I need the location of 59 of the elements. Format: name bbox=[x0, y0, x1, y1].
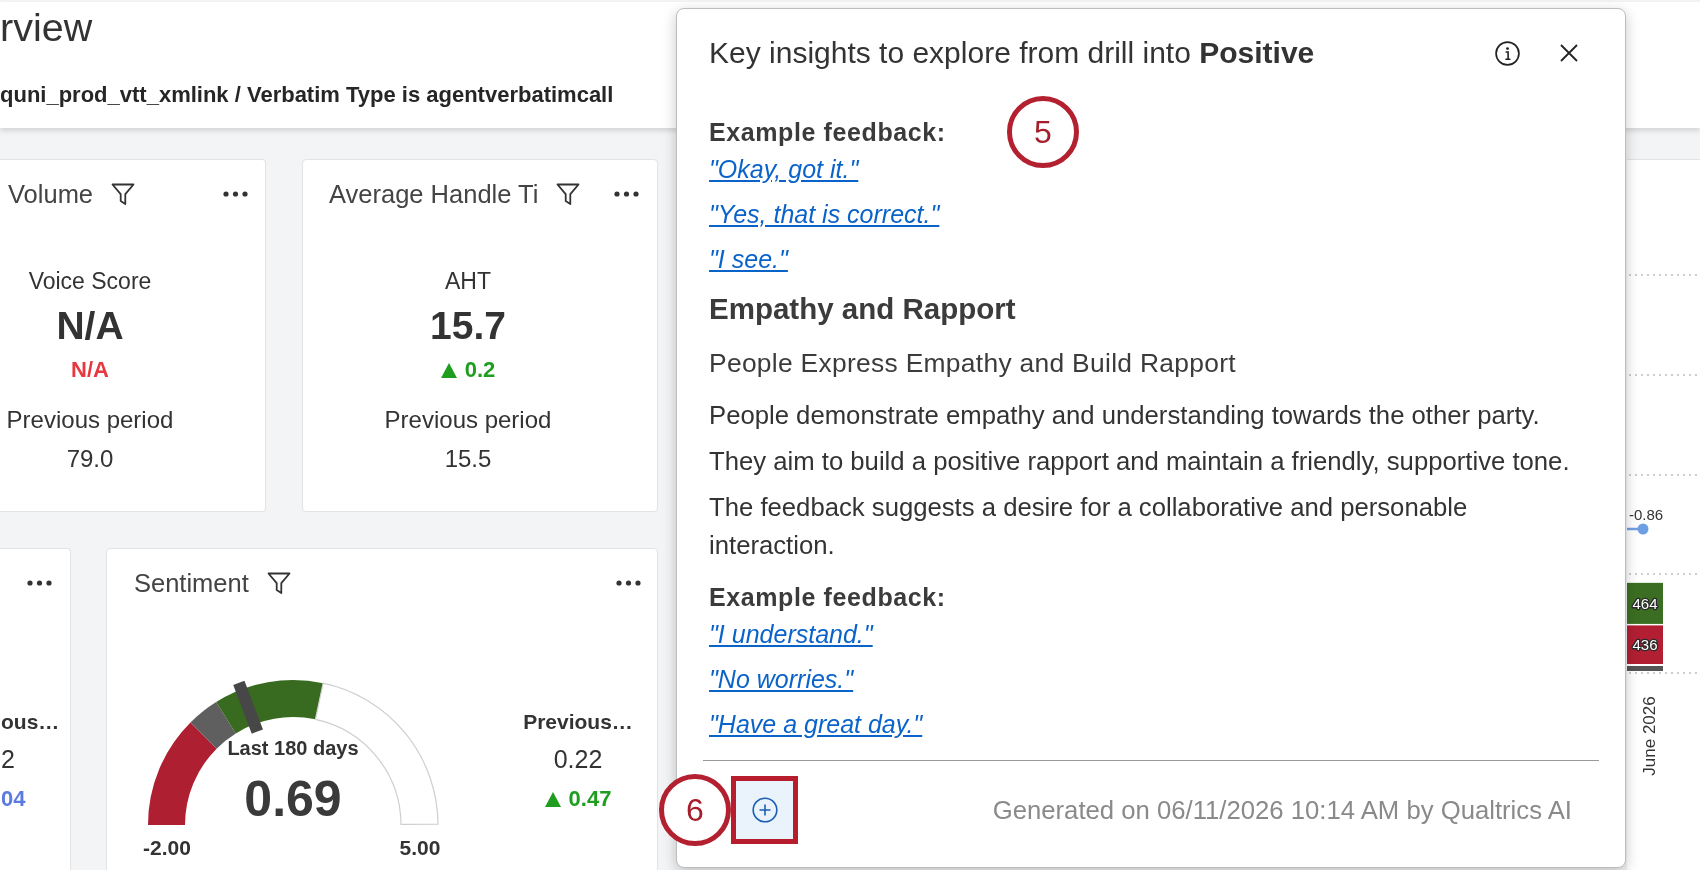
gauge-min-label: -2.00 bbox=[143, 835, 191, 861]
close-button[interactable] bbox=[1560, 44, 1578, 62]
gauge-value: 0.69 bbox=[244, 771, 342, 827]
plus-circle-icon bbox=[751, 797, 778, 823]
callout-marker: 5 bbox=[1007, 96, 1079, 168]
theme-paragraph: They aim to build a positive rapport and maintain a friendly, supportive tone. bbox=[709, 446, 1570, 477]
data-label: -0.86 bbox=[1628, 506, 1664, 523]
feedback-link[interactable]: "No worries." bbox=[709, 665, 854, 693]
generated-note: Generated on 06/11/2026 10:14 AM by Qualtrics AI bbox=[992, 795, 1572, 825]
previous-value: 2 bbox=[1, 744, 15, 775]
metric-label: Voice Score bbox=[28, 267, 152, 296]
feedback-link[interactable]: "Okay, got it." bbox=[709, 155, 859, 183]
section-heading: Example feedback: bbox=[709, 118, 946, 146]
metric-value: 15.7 bbox=[430, 303, 506, 349]
metric-label: AHT bbox=[445, 267, 491, 296]
previous-value: 79.0 bbox=[66, 444, 114, 474]
change-value: 0.47 bbox=[568, 786, 612, 812]
card-title: Sentiment bbox=[134, 568, 249, 599]
card-title: Volume bbox=[8, 179, 94, 210]
close-icon bbox=[1560, 44, 1578, 62]
section-heading: Example feedback: bbox=[709, 583, 946, 611]
feedback-link[interactable]: "Yes, that is correct." bbox=[709, 200, 940, 228]
panel-title: Key insights to explore from drill into Positive bbox=[709, 36, 1315, 70]
page-title: rview bbox=[0, 5, 93, 49]
feedback-link[interactable]: "I understand." bbox=[709, 620, 873, 648]
more-icon[interactable] bbox=[27, 580, 52, 586]
change-value: 04 bbox=[1, 786, 26, 812]
line-point bbox=[1637, 523, 1649, 535]
theme-paragraph: People demonstrate empathy and understanding towards the other party. bbox=[709, 400, 1540, 431]
info-icon bbox=[1495, 40, 1520, 66]
metric-value: N/A bbox=[56, 303, 124, 349]
feedback-link[interactable]: "Have a great day." bbox=[709, 710, 923, 738]
theme-subheading: People Express Empathy and Build Rapport bbox=[709, 348, 1236, 378]
axis-label: June 2026 bbox=[1640, 696, 1659, 776]
theme-heading: Empathy and Rapport bbox=[709, 292, 1016, 325]
data-label: 436 bbox=[1632, 636, 1658, 654]
theme-paragraph: The feedback suggests a desire for a collaborative and personable interaction. bbox=[709, 492, 1469, 561]
filter-icon[interactable] bbox=[111, 182, 136, 206]
gauge-caption: Last 180 days bbox=[227, 736, 359, 761]
more-icon[interactable] bbox=[616, 580, 641, 586]
filter-summary: quni_prod_vtt_xmlink / Verbatim Type is agentverbatimcall bbox=[0, 82, 614, 107]
card-title: Average Handle Ti bbox=[329, 179, 539, 210]
info-button[interactable] bbox=[1495, 40, 1520, 66]
change-value: N/A bbox=[71, 357, 109, 383]
previous-value: 15.5 bbox=[444, 444, 492, 474]
previous-label: ous… bbox=[1, 709, 60, 735]
filter-icon[interactable] bbox=[556, 182, 581, 206]
previous-label: Previous… bbox=[523, 709, 633, 735]
more-icon[interactable] bbox=[223, 191, 248, 197]
filter-icon[interactable] bbox=[266, 571, 291, 595]
more-icon[interactable] bbox=[614, 191, 639, 197]
feedback-link[interactable]: "I see." bbox=[709, 245, 788, 273]
change-value: 0.2 bbox=[464, 357, 496, 383]
data-label: 464 bbox=[1632, 594, 1658, 612]
previous-value: 0.22 bbox=[553, 744, 603, 775]
previous-label: Previous period bbox=[384, 405, 552, 435]
callout-marker: 6 bbox=[659, 774, 731, 846]
gauge-max-label: 5.00 bbox=[399, 835, 441, 861]
previous-label: Previous period bbox=[6, 405, 174, 435]
